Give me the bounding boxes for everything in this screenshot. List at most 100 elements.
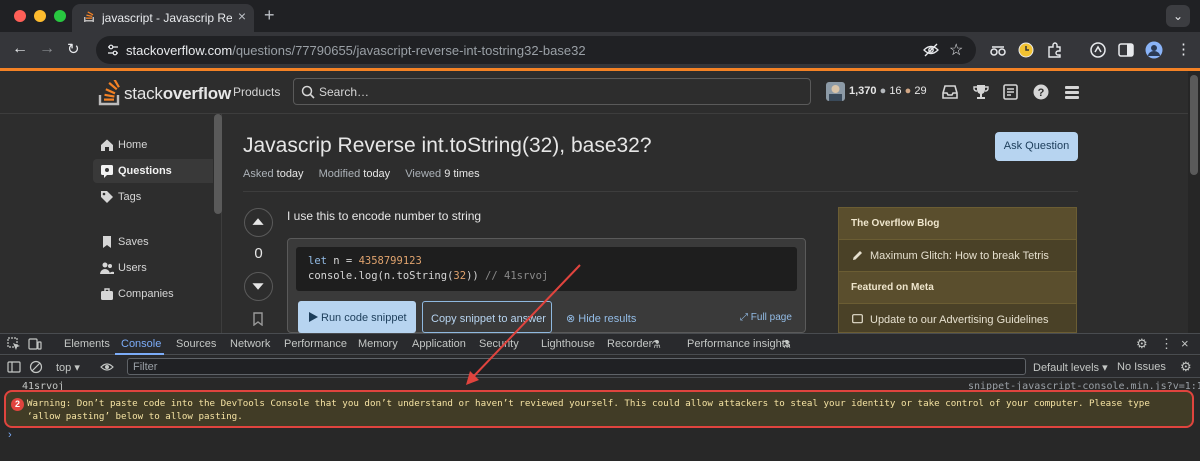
logo-text-light: stack [124, 84, 163, 103]
reputation-badges[interactable]: 1,370 ● 16 ● 29 [849, 85, 927, 97]
tab-security[interactable]: Security [479, 338, 519, 350]
close-devtools-icon[interactable]: × [1181, 336, 1189, 351]
browser-tab[interactable]: javascript - Javascrip Reverse int.toStr… [72, 4, 254, 32]
extensions-puzzle-icon[interactable] [1046, 41, 1064, 59]
sidebar-item-home[interactable]: Home [93, 133, 213, 157]
incognito-extension-icon[interactable] [989, 41, 1007, 59]
page-scrollbar-thumb[interactable] [1190, 75, 1198, 175]
flask-icon: ⚗ [651, 339, 661, 351]
console-filter-input[interactable]: Filter [127, 358, 1026, 375]
side-panel-icon[interactable] [1117, 41, 1135, 59]
close-tab-icon[interactable]: × [238, 8, 246, 24]
site-settings-icon[interactable] [106, 43, 120, 57]
code-text: console.log(n.toString( [308, 270, 454, 282]
device-toolbar-icon[interactable] [28, 337, 42, 351]
tab-lighthouse[interactable]: Lighthouse [541, 338, 595, 350]
downvote-button[interactable] [244, 272, 273, 301]
meta-item[interactable]: Update to our Advertising Guidelines [839, 304, 1076, 335]
levels-value: Default levels [1033, 362, 1100, 374]
tab-sources[interactable]: Sources [176, 338, 216, 350]
minimize-window-button[interactable] [34, 10, 46, 22]
blog-item[interactable]: Maximum Glitch: How to break Tetris [839, 240, 1076, 271]
inbox-icon[interactable] [941, 83, 959, 101]
so-logo[interactable]: stackoverflow [98, 80, 231, 106]
achievements-trophy-icon[interactable] [972, 83, 990, 101]
logo-text-bold: overflow [162, 84, 232, 103]
new-tab-icon[interactable]: + [264, 5, 275, 26]
settings-gear-icon[interactable]: ⚙ [1136, 336, 1148, 352]
issues-counter[interactable]: No Issues [1117, 361, 1166, 373]
questions-icon [101, 165, 113, 178]
performance-extension-icon[interactable] [1089, 41, 1107, 59]
bookmark-star-icon[interactable]: ☆ [949, 40, 963, 60]
products-menu[interactable]: Products [233, 85, 280, 99]
url-host: stackoverflow.com [126, 43, 233, 58]
tab-recorder[interactable]: Recorder [607, 338, 652, 350]
review-queues-icon[interactable] [1002, 83, 1020, 101]
reload-icon[interactable]: ↻ [67, 40, 80, 58]
tab-network[interactable]: Network [230, 338, 270, 350]
user-avatar[interactable] [826, 82, 845, 101]
eye-off-icon[interactable] [923, 42, 939, 58]
so-search-input[interactable]: Search… [293, 78, 811, 105]
question-body: I use this to encode number to string [287, 209, 482, 223]
tab-performance[interactable]: Performance [284, 338, 347, 350]
blog-heading-text: The Overflow Blog [851, 218, 940, 229]
bookmark-question-icon[interactable] [252, 312, 264, 326]
console-prompt-chevron-icon[interactable]: › [8, 429, 12, 441]
devtools-menu-icon[interactable]: ⋮ [1160, 336, 1173, 352]
tab-memory[interactable]: Memory [358, 338, 398, 350]
address-bar[interactable]: stackoverflow.com/questions/77790655/jav… [96, 36, 976, 64]
bronze-badge-icon: ● [904, 85, 912, 97]
run-code-snippet-button[interactable]: Run code snippet [298, 301, 416, 333]
tab-elements[interactable]: Elements [64, 338, 110, 350]
browser-titlebar: javascript - Javascrip Reverse int.toStr… [0, 0, 1200, 32]
tab-performance-insights[interactable]: Performance insights [687, 338, 790, 350]
sidebar-item-users[interactable]: Users [93, 256, 213, 280]
live-expression-eye-icon[interactable] [100, 360, 114, 374]
profile-avatar-icon[interactable] [1145, 41, 1163, 59]
play-icon [309, 312, 318, 322]
blog-item-text: Maximum Glitch: How to break Tetris [870, 250, 1049, 262]
search-icon [301, 85, 315, 99]
clock-extension-icon[interactable] [1017, 41, 1035, 59]
flask-icon: ⚗ [781, 339, 791, 351]
log-levels-dropdown[interactable]: Default levels ▾ [1033, 361, 1108, 374]
filter-placeholder: Filter [133, 361, 158, 373]
code-block[interactable]: let n = 4358799123 console.log(n.toStrin… [296, 247, 797, 291]
sidebar-item-saves[interactable]: Saves [93, 230, 213, 254]
page-scrollbar[interactable] [1188, 71, 1200, 333]
sidebar-item-questions[interactable]: Questions [93, 159, 213, 183]
sidebar-item-label: Users [118, 262, 147, 274]
context-selector[interactable]: top ▾ [56, 361, 80, 374]
ask-question-button[interactable]: Ask Question [995, 132, 1078, 161]
code-number: 32 [453, 270, 467, 282]
tab-console[interactable]: Console [121, 338, 161, 350]
meta-item-text: Update to our Advertising Guidelines [870, 314, 1049, 326]
stackoverflow-favicon-icon [84, 11, 94, 22]
close-window-button[interactable] [14, 10, 26, 22]
hide-results-link[interactable]: ⊗ Hide results [566, 312, 636, 325]
full-page-link[interactable]: ⤢ Full page [740, 312, 792, 323]
tab-search-chevron-icon[interactable]: ⌄ [1166, 5, 1190, 27]
help-icon[interactable]: ? [1032, 83, 1050, 101]
blog-heading: The Overflow Blog [839, 208, 1076, 239]
question-title[interactable]: Javascrip Reverse int.toString(32), base… [243, 134, 652, 158]
tab-application[interactable]: Application [412, 338, 466, 350]
upvote-button[interactable] [244, 208, 273, 237]
inspect-element-icon[interactable] [7, 337, 21, 351]
sidebar-item-tags[interactable]: Tags [93, 185, 213, 209]
browser-menu-icon[interactable]: ⋮ [1176, 40, 1191, 58]
console-settings-gear-icon[interactable]: ⚙ [1180, 359, 1192, 375]
warning-count-badge: 2 [11, 398, 24, 411]
copy-snippet-button[interactable]: Copy snippet to answer [422, 301, 552, 333]
sidebar-toggle-icon[interactable] [7, 360, 21, 374]
site-switcher-icon[interactable] [1063, 83, 1081, 101]
maximize-window-button[interactable] [54, 10, 66, 22]
sidebar-item-companies[interactable]: Companies [93, 282, 213, 306]
forward-icon[interactable]: → [39, 40, 55, 58]
screenshot-root: javascript - Javascrip Reverse int.toStr… [0, 0, 1200, 461]
left-sidebar-scrollbar[interactable] [214, 114, 222, 214]
clear-console-icon[interactable] [29, 360, 43, 374]
back-icon[interactable]: ← [12, 40, 28, 58]
